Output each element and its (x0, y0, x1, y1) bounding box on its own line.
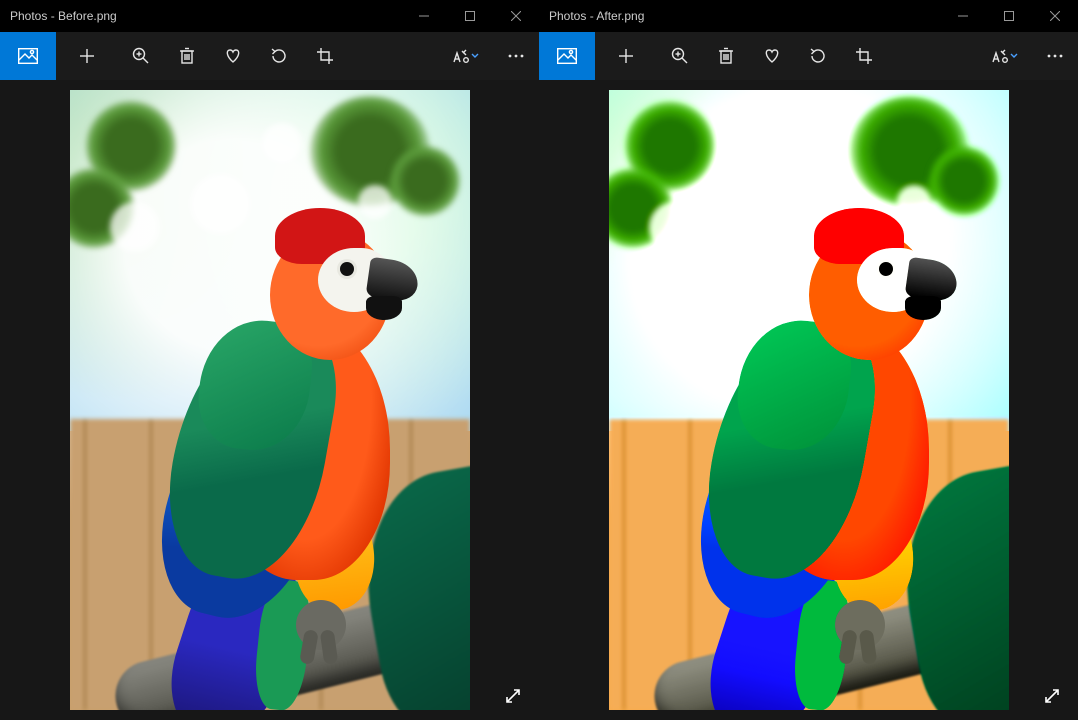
more-button[interactable] (493, 32, 539, 80)
chevron-down-icon (471, 52, 479, 60)
rotate-button[interactable] (256, 32, 302, 80)
favorite-icon (763, 48, 781, 64)
edit-button[interactable] (437, 32, 493, 80)
zoom-button[interactable] (118, 32, 164, 80)
titlebar[interactable]: Photos - After.png (539, 0, 1078, 32)
collection-icon (557, 48, 577, 64)
edit-icon (451, 47, 469, 65)
crop-button[interactable] (302, 32, 348, 80)
minimize-button[interactable] (401, 0, 447, 32)
favorite-button[interactable] (749, 32, 795, 80)
photos-window-before: Photos - Before.png (0, 0, 539, 720)
delete-button[interactable] (703, 32, 749, 80)
maximize-button[interactable] (986, 0, 1032, 32)
fullscreen-icon (1044, 688, 1060, 704)
fullscreen-button[interactable] (497, 680, 529, 712)
photos-window-after: Photos - After.png (539, 0, 1078, 720)
rotate-button[interactable] (795, 32, 841, 80)
titlebar[interactable]: Photos - Before.png (0, 0, 539, 32)
window-title: Photos - Before.png (0, 9, 117, 23)
zoom-icon (671, 47, 689, 65)
add-icon (79, 48, 95, 64)
more-button[interactable] (1032, 32, 1078, 80)
crop-button[interactable] (841, 32, 887, 80)
maximize-button[interactable] (447, 0, 493, 32)
edit-button[interactable] (976, 32, 1032, 80)
window-title: Photos - After.png (539, 9, 644, 23)
delete-icon (179, 47, 195, 65)
photo-before (70, 90, 470, 710)
more-icon (1047, 54, 1063, 58)
desktop: Photos - Before.png (0, 0, 1078, 720)
chevron-down-icon (1010, 52, 1018, 60)
window-controls (940, 0, 1078, 32)
close-button[interactable] (1032, 0, 1078, 32)
window-controls (401, 0, 539, 32)
photo-after (609, 90, 1009, 710)
image-viewer[interactable] (0, 80, 539, 720)
fullscreen-button[interactable] (1036, 680, 1068, 712)
crop-icon (855, 47, 873, 65)
add-button[interactable] (64, 32, 110, 80)
rotate-icon (270, 47, 288, 65)
add-icon (618, 48, 634, 64)
edit-icon (990, 47, 1008, 65)
close-button[interactable] (493, 0, 539, 32)
favorite-icon (224, 48, 242, 64)
fullscreen-icon (505, 688, 521, 704)
delete-icon (718, 47, 734, 65)
crop-icon (316, 47, 334, 65)
toolbar (539, 32, 1078, 80)
favorite-button[interactable] (210, 32, 256, 80)
collection-button[interactable] (0, 32, 56, 80)
minimize-button[interactable] (940, 0, 986, 32)
more-icon (508, 54, 524, 58)
zoom-icon (132, 47, 150, 65)
zoom-button[interactable] (657, 32, 703, 80)
add-button[interactable] (603, 32, 649, 80)
collection-icon (18, 48, 38, 64)
delete-button[interactable] (164, 32, 210, 80)
collection-button[interactable] (539, 32, 595, 80)
toolbar (0, 32, 539, 80)
rotate-icon (809, 47, 827, 65)
image-viewer[interactable] (539, 80, 1078, 720)
